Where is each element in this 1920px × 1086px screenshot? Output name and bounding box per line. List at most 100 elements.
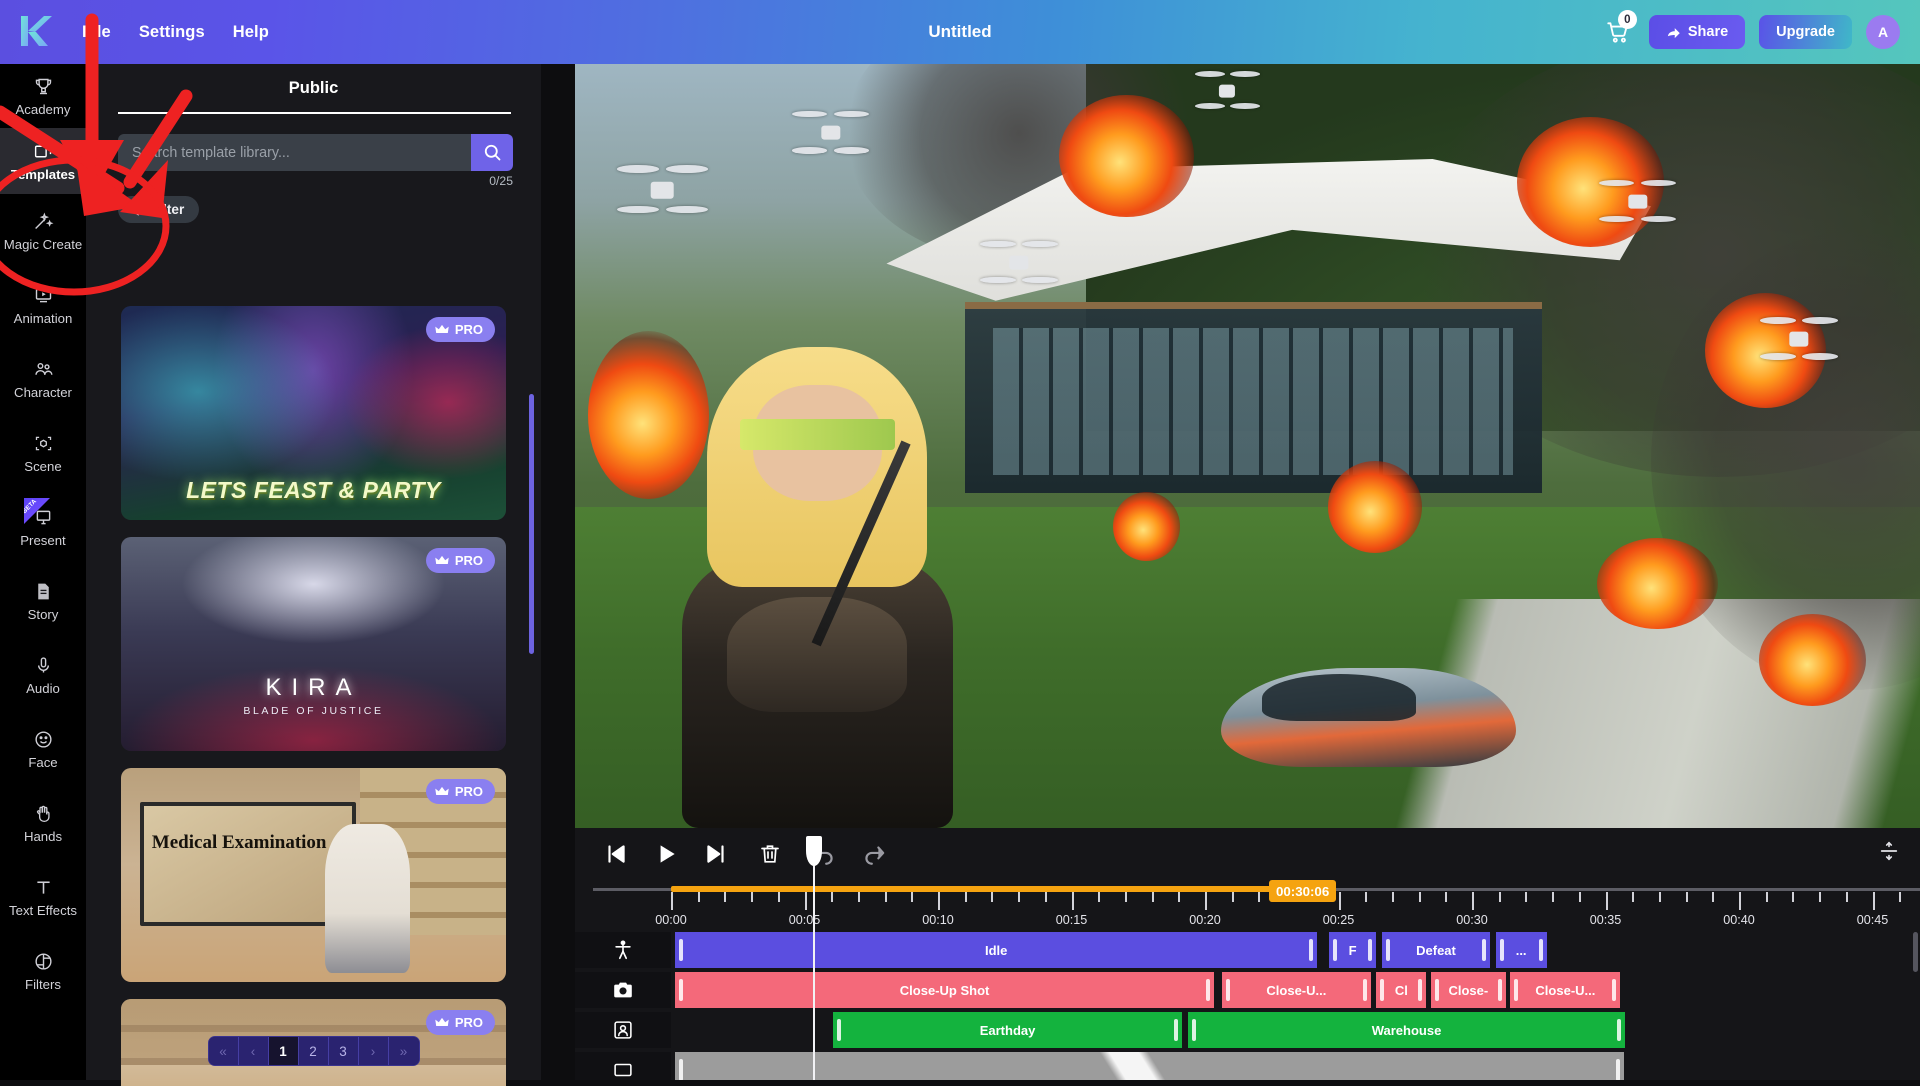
timeline-ruler[interactable]: 00:30:06 00:00 00:05 00:10 00:15 00:20 00:25 0… — [575, 880, 1920, 932]
panel-scrollbar[interactable] — [529, 394, 534, 654]
timeline-clip[interactable]: Earthday — [832, 1012, 1183, 1048]
timeline-clip[interactable]: ... — [1495, 932, 1547, 968]
sidebar-item-label: Story — [27, 607, 59, 623]
avatar[interactable]: A — [1866, 15, 1900, 49]
character-track-icon[interactable] — [575, 932, 671, 968]
media-track-icon[interactable] — [575, 1052, 671, 1080]
timeline-clip[interactable]: Cl — [1376, 972, 1427, 1008]
sidebar-item-present[interactable]: BETA Present — [0, 490, 86, 564]
menu-file[interactable]: File — [68, 17, 125, 48]
timeline-clip[interactable]: Close- — [1430, 972, 1506, 1008]
k-logo-icon[interactable] — [0, 0, 68, 64]
sidebar-item-animation[interactable]: Animation — [0, 268, 86, 342]
ruler-tick-minor — [831, 892, 834, 902]
clip-handle-left[interactable] — [1332, 939, 1337, 961]
timeline-clip[interactable]: Defeat — [1382, 932, 1490, 968]
share-button[interactable]: Share — [1648, 15, 1746, 49]
clip-handle-left[interactable] — [679, 979, 683, 1001]
ruler-label: 00:20 — [1189, 913, 1221, 927]
sidebar-item-label: Face — [28, 755, 58, 771]
sidebar-item-magic-create[interactable]: Magic Create — [0, 194, 86, 268]
clip-handle-right[interactable] — [1206, 979, 1211, 1001]
clip-handle-left[interactable] — [836, 1019, 841, 1041]
clip-handle-right[interactable] — [1616, 1019, 1621, 1041]
fit-vertical-icon[interactable] — [1872, 834, 1906, 868]
menu-settings[interactable]: Settings — [125, 17, 219, 48]
delete-button[interactable] — [747, 834, 793, 874]
menu-help[interactable]: Help — [219, 17, 283, 48]
sidebar-item-label: Hands — [23, 829, 63, 845]
clip-handle-right[interactable] — [1418, 979, 1423, 1001]
preview-canvas[interactable] — [575, 64, 1920, 828]
timeline-clip[interactable]: F — [1328, 932, 1377, 968]
upgrade-button[interactable]: Upgrade — [1759, 15, 1852, 49]
redo-button[interactable] — [851, 834, 897, 874]
clip-handle-left[interactable] — [679, 1059, 683, 1080]
microphone-icon — [33, 654, 54, 677]
clip-handle-left[interactable] — [1514, 979, 1519, 1001]
timeline-clip[interactable]: Warehouse — [1188, 1012, 1625, 1048]
pagination-page-3[interactable]: 3 — [328, 1037, 359, 1065]
timeline-clip[interactable]: Close-U... — [1510, 972, 1621, 1008]
clip-handle-right[interactable] — [1615, 1059, 1620, 1080]
ruler-tick-major — [1071, 892, 1074, 910]
cart-icon[interactable]: 0 — [1601, 10, 1637, 49]
playhead-knob[interactable] — [806, 836, 822, 866]
clip-handle-left[interactable] — [679, 939, 683, 961]
pagination-prev[interactable]: ‹ — [238, 1037, 269, 1065]
clip-handle-left[interactable] — [1192, 1019, 1197, 1041]
template-card-list[interactable]: PRO LETS FEAST & PARTY PRO KIRA BLADE OF… — [86, 306, 541, 1086]
template-card[interactable]: Medical Examination PRO — [121, 768, 506, 982]
filter-button[interactable]: Filter — [118, 196, 200, 223]
tab-public[interactable]: Public — [86, 64, 541, 112]
clip-handle-left[interactable] — [1434, 979, 1439, 1001]
clip-handle-right[interactable] — [1368, 939, 1373, 961]
timeline-clip[interactable]: Idle — [675, 932, 1318, 968]
sidebar-item-templates[interactable]: Templates — [0, 128, 86, 194]
sidebar-item-text-effects[interactable]: Text Effects — [0, 860, 86, 934]
ruler-tick-minor — [1231, 892, 1234, 902]
skip-to-start-button[interactable] — [593, 834, 639, 874]
search-input[interactable] — [118, 134, 471, 171]
sidebar-item-filters[interactable]: Filters — [0, 934, 86, 1008]
pagination-page-1[interactable]: 1 — [268, 1037, 299, 1065]
skip-to-end-button[interactable] — [693, 834, 739, 874]
scene-track-icon[interactable] — [575, 1012, 671, 1048]
playhead[interactable] — [806, 836, 822, 1080]
timeline-clip[interactable]: Close-U... — [1222, 972, 1371, 1008]
pagination-first[interactable]: « — [208, 1037, 239, 1065]
clip-handle-right[interactable] — [1481, 939, 1486, 961]
sidebar-item-audio[interactable]: Audio — [0, 638, 86, 712]
camera-track-icon[interactable] — [575, 972, 671, 1008]
play-button[interactable] — [643, 834, 689, 874]
timeline-scrollbar[interactable] — [1913, 932, 1918, 972]
clip-label: Close-U... — [1266, 982, 1327, 998]
pagination-last[interactable]: » — [388, 1037, 419, 1065]
clip-handle-right[interactable] — [1174, 1019, 1179, 1041]
clip-handle-right[interactable] — [1362, 979, 1367, 1001]
clip-handle-left[interactable] — [1499, 939, 1504, 961]
pagination-page-2[interactable]: 2 — [298, 1037, 329, 1065]
sidebar-item-scene[interactable]: Scene — [0, 416, 86, 490]
clip-label: Idle — [985, 942, 1008, 958]
sidebar-item-academy[interactable]: Academy — [0, 64, 86, 128]
clip-handle-right[interactable] — [1497, 979, 1502, 1001]
timeline-tracks: Idle F Defeat... Close-Up Shot Close-U... Cl… — [575, 932, 1920, 1080]
clip-handle-left[interactable] — [1226, 979, 1231, 1001]
timeline-clip[interactable] — [675, 1052, 1624, 1080]
clip-handle-left[interactable] — [1386, 939, 1391, 961]
sidebar-item-story[interactable]: Story — [0, 564, 86, 638]
timeline-clip[interactable]: Close-Up Shot — [675, 972, 1215, 1008]
sidebar-item-face[interactable]: Face — [0, 712, 86, 786]
search-icon[interactable] — [471, 134, 513, 171]
sidebar-item-hands[interactable]: Hands — [0, 786, 86, 860]
template-card[interactable]: PRO KIRA BLADE OF JUSTICE — [121, 537, 506, 751]
clip-handle-left[interactable] — [1380, 979, 1385, 1001]
ruler-tick-minor — [911, 892, 914, 902]
clip-handle-right[interactable] — [1538, 939, 1543, 961]
clip-handle-right[interactable] — [1309, 939, 1314, 961]
clip-handle-right[interactable] — [1612, 979, 1617, 1001]
template-card[interactable]: PRO LETS FEAST & PARTY — [121, 306, 506, 520]
sidebar-item-character[interactable]: Character — [0, 342, 86, 416]
pagination-next[interactable]: › — [358, 1037, 389, 1065]
